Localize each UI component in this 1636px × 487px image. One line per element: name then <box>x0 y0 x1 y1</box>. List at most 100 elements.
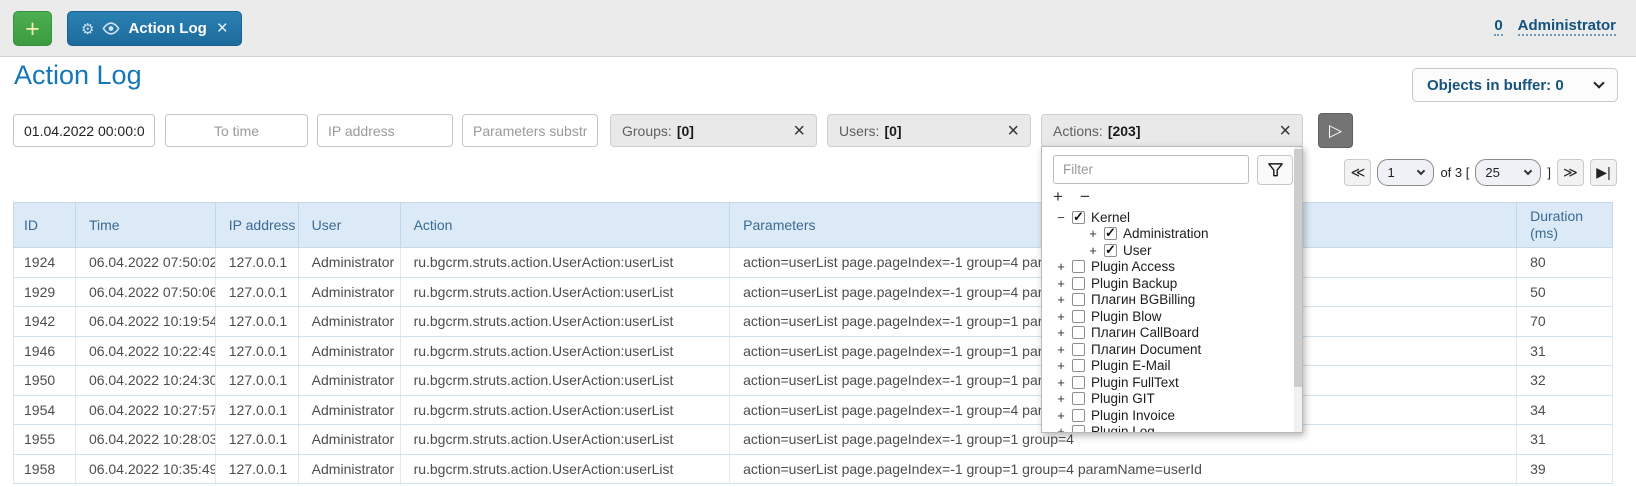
tree-filter-input[interactable] <box>1053 155 1249 184</box>
tab-action-log[interactable]: ⚙ Action Log × <box>67 11 242 46</box>
tree-checkbox[interactable] <box>1072 277 1085 290</box>
tree-checkbox[interactable] <box>1072 425 1085 433</box>
cell-ip: 127.0.0.1 <box>216 366 299 395</box>
users-label: Users: <box>839 123 879 139</box>
tree-item[interactable]: − Kernel <box>1042 209 1293 226</box>
expand-node-icon[interactable]: + <box>1056 309 1066 324</box>
tree-item[interactable]: + Plugin Backup <box>1042 275 1293 292</box>
tree-checkbox[interactable] <box>1072 326 1085 339</box>
cell-action: ru.bgcrm.struts.action.UserAction:userLi… <box>401 455 731 484</box>
cell-duration: 32 <box>1517 366 1612 395</box>
tree-item[interactable]: + Плагин CallBoard <box>1042 325 1293 342</box>
tree-item[interactable]: + Plugin Access <box>1042 259 1293 276</box>
buffer-count-link[interactable]: 0 <box>1494 17 1502 36</box>
apply-filter-button[interactable] <box>1257 155 1293 185</box>
tree-item[interactable]: + Plugin GIT <box>1042 391 1293 408</box>
groups-count: [0] <box>677 123 694 139</box>
page-size-select[interactable]: 25 <box>1475 159 1541 186</box>
first-page-button[interactable]: ≪ <box>1344 159 1371 186</box>
tree-checkbox[interactable] <box>1072 260 1085 273</box>
expand-node-icon[interactable]: + <box>1056 391 1066 406</box>
groups-label: Groups: <box>622 123 672 139</box>
gear-icon[interactable]: ⚙ <box>81 20 94 38</box>
expand-node-icon[interactable]: + <box>1056 408 1066 423</box>
tree-checkbox[interactable] <box>1072 343 1085 356</box>
actions-filter-button[interactable]: Actions: [203] × <box>1041 114 1303 147</box>
tree-item[interactable]: + User <box>1042 242 1293 259</box>
clear-actions-icon[interactable]: × <box>1279 121 1291 141</box>
cell-action: ru.bgcrm.struts.action.UserAction:userLi… <box>401 278 731 307</box>
last-page-button[interactable]: ▶| <box>1590 159 1617 186</box>
tree-checkbox[interactable] <box>1072 211 1085 224</box>
collapse-all-button[interactable]: − <box>1080 187 1090 207</box>
tree-checkbox[interactable] <box>1072 392 1085 405</box>
ip-address-input[interactable] <box>317 114 453 147</box>
next-page-button[interactable]: ≫ <box>1557 159 1584 186</box>
expand-node-icon[interactable]: + <box>1056 358 1066 373</box>
cell-id: 1942 <box>14 307 76 336</box>
tree-item[interactable]: + Administration <box>1042 226 1293 243</box>
cell-action: ru.bgcrm.struts.action.UserAction:userLi… <box>401 337 731 366</box>
header-duration: Duration (ms) <box>1517 203 1612 247</box>
tree-checkbox[interactable] <box>1072 310 1085 323</box>
expand-node-icon[interactable]: + <box>1056 342 1066 357</box>
cell-ip: 127.0.0.1 <box>216 337 299 366</box>
tree-item[interactable]: + Plugin Invoice <box>1042 407 1293 424</box>
new-tab-button[interactable]: + <box>13 11 52 46</box>
expand-node-icon[interactable]: + <box>1088 243 1098 258</box>
eye-icon[interactable] <box>102 22 120 35</box>
page-size-value: 25 <box>1485 165 1499 180</box>
cell-time: 06.04.2022 10:24:30 <box>76 366 216 395</box>
tree-checkbox[interactable] <box>1072 359 1085 372</box>
tree-item[interactable]: + Plugin E-Mail <box>1042 358 1293 375</box>
scrollbar-thumb[interactable] <box>1294 149 1302 387</box>
tree-item[interactable]: + Плагин BGBilling <box>1042 292 1293 309</box>
cell-parameters: action=userList page.pageIndex=-1 group=… <box>730 455 1517 484</box>
table-row: 1929 06.04.2022 07:50:06 127.0.0.1 Admin… <box>13 278 1613 308</box>
tree-checkbox[interactable] <box>1072 293 1085 306</box>
tree-checkbox[interactable] <box>1104 244 1117 257</box>
groups-filter-button[interactable]: Groups: [0] × <box>610 114 817 147</box>
close-icon[interactable]: × <box>217 19 228 38</box>
clear-users-icon[interactable]: × <box>1007 121 1019 141</box>
clear-groups-icon[interactable]: × <box>793 121 805 141</box>
cell-id: 1954 <box>14 396 76 425</box>
parameters-substring-input[interactable] <box>462 114 598 147</box>
collapse-node-icon[interactable]: − <box>1056 210 1066 225</box>
actions-label: Actions: <box>1053 123 1103 139</box>
expand-node-icon[interactable]: + <box>1056 292 1066 307</box>
tree-item[interactable]: + Плагин Document <box>1042 341 1293 358</box>
from-time-input[interactable] <box>13 114 155 147</box>
header-id: ID <box>14 203 76 247</box>
tree-checkbox[interactable] <box>1104 227 1117 240</box>
expand-node-icon[interactable]: + <box>1056 259 1066 274</box>
expand-node-icon[interactable]: + <box>1056 325 1066 340</box>
table-row: 1924 06.04.2022 07:50:02 127.0.0.1 Admin… <box>13 248 1613 278</box>
tree-item[interactable]: + Plugin FullText <box>1042 374 1293 391</box>
tree-item-label: Плагин Document <box>1091 342 1201 357</box>
expand-node-icon[interactable]: + <box>1056 424 1066 433</box>
tree-item[interactable]: + Plugin Log <box>1042 424 1293 434</box>
page-select[interactable]: 1 <box>1377 159 1434 186</box>
run-search-button[interactable]: ▷ <box>1318 113 1353 148</box>
table-row: 1954 06.04.2022 10:27:57 127.0.0.1 Admin… <box>13 396 1613 426</box>
cell-user: Administrator <box>299 396 401 425</box>
actions-count: [203] <box>1108 123 1141 139</box>
expand-node-icon[interactable]: + <box>1088 226 1098 241</box>
cell-time: 06.04.2022 10:19:54 <box>76 307 216 336</box>
users-filter-button[interactable]: Users: [0] × <box>827 114 1031 147</box>
tree-checkbox[interactable] <box>1072 376 1085 389</box>
tree-item[interactable]: + Plugin Blow <box>1042 308 1293 325</box>
expand-all-button[interactable]: + <box>1053 187 1063 207</box>
tree-item-label: Kernel <box>1091 210 1130 225</box>
to-time-input[interactable] <box>165 114 308 147</box>
user-link[interactable]: Administrator <box>1518 17 1616 36</box>
tree-checkbox[interactable] <box>1072 409 1085 422</box>
cell-duration: 50 <box>1517 278 1612 307</box>
cell-id: 1955 <box>14 425 76 454</box>
expand-node-icon[interactable]: + <box>1056 375 1066 390</box>
dropdown-scrollbar[interactable] <box>1294 147 1302 432</box>
pagination: ≪ 1 of 3 [ 25 ] ≫ ▶| <box>1344 159 1617 186</box>
objects-in-buffer-button[interactable]: Objects in buffer: 0 <box>1412 68 1618 102</box>
expand-node-icon[interactable]: + <box>1056 276 1066 291</box>
